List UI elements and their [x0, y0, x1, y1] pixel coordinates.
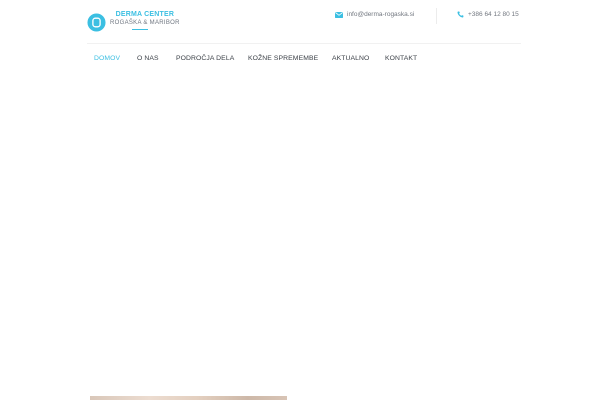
brand-name: DERMA CENTER	[115, 11, 175, 18]
logo-text: DERMA CENTER ROGAŠKA & MARIBOR	[110, 11, 180, 33]
phone-contact[interactable]: +386 64 12 80 15	[457, 11, 519, 18]
nav-item-podrocja-dela[interactable]: PODROČJA DELA	[176, 55, 234, 62]
nav-item-o-nas[interactable]: O NAS	[137, 55, 159, 62]
email-text: info@derma-rogaska.si	[347, 11, 415, 18]
logo-icon	[87, 12, 106, 32]
nav-item-domov[interactable]: DOMOV	[94, 55, 120, 62]
nav-item-aktualno[interactable]: AKTUALNO	[332, 55, 369, 62]
nav-item-kozne-spremembe[interactable]: KOŽNE SPREMEMBE	[248, 55, 318, 62]
contact-divider	[436, 8, 437, 24]
brand-underline	[132, 29, 148, 30]
hero-image	[90, 396, 287, 400]
phone-icon	[457, 11, 464, 18]
email-contact[interactable]: info@derma-rogaska.si	[335, 11, 414, 18]
phone-text: +386 64 12 80 15	[468, 11, 519, 18]
envelope-icon	[335, 11, 343, 18]
header-divider	[87, 43, 521, 44]
brand-tagline: ROGAŠKA & MARIBOR	[110, 20, 180, 26]
site-header: DERMA CENTER ROGAŠKA & MARIBOR info@derm…	[0, 0, 600, 44]
site-logo[interactable]: DERMA CENTER ROGAŠKA & MARIBOR	[87, 11, 180, 33]
nav-item-kontakt[interactable]: KONTAKT	[385, 55, 417, 62]
